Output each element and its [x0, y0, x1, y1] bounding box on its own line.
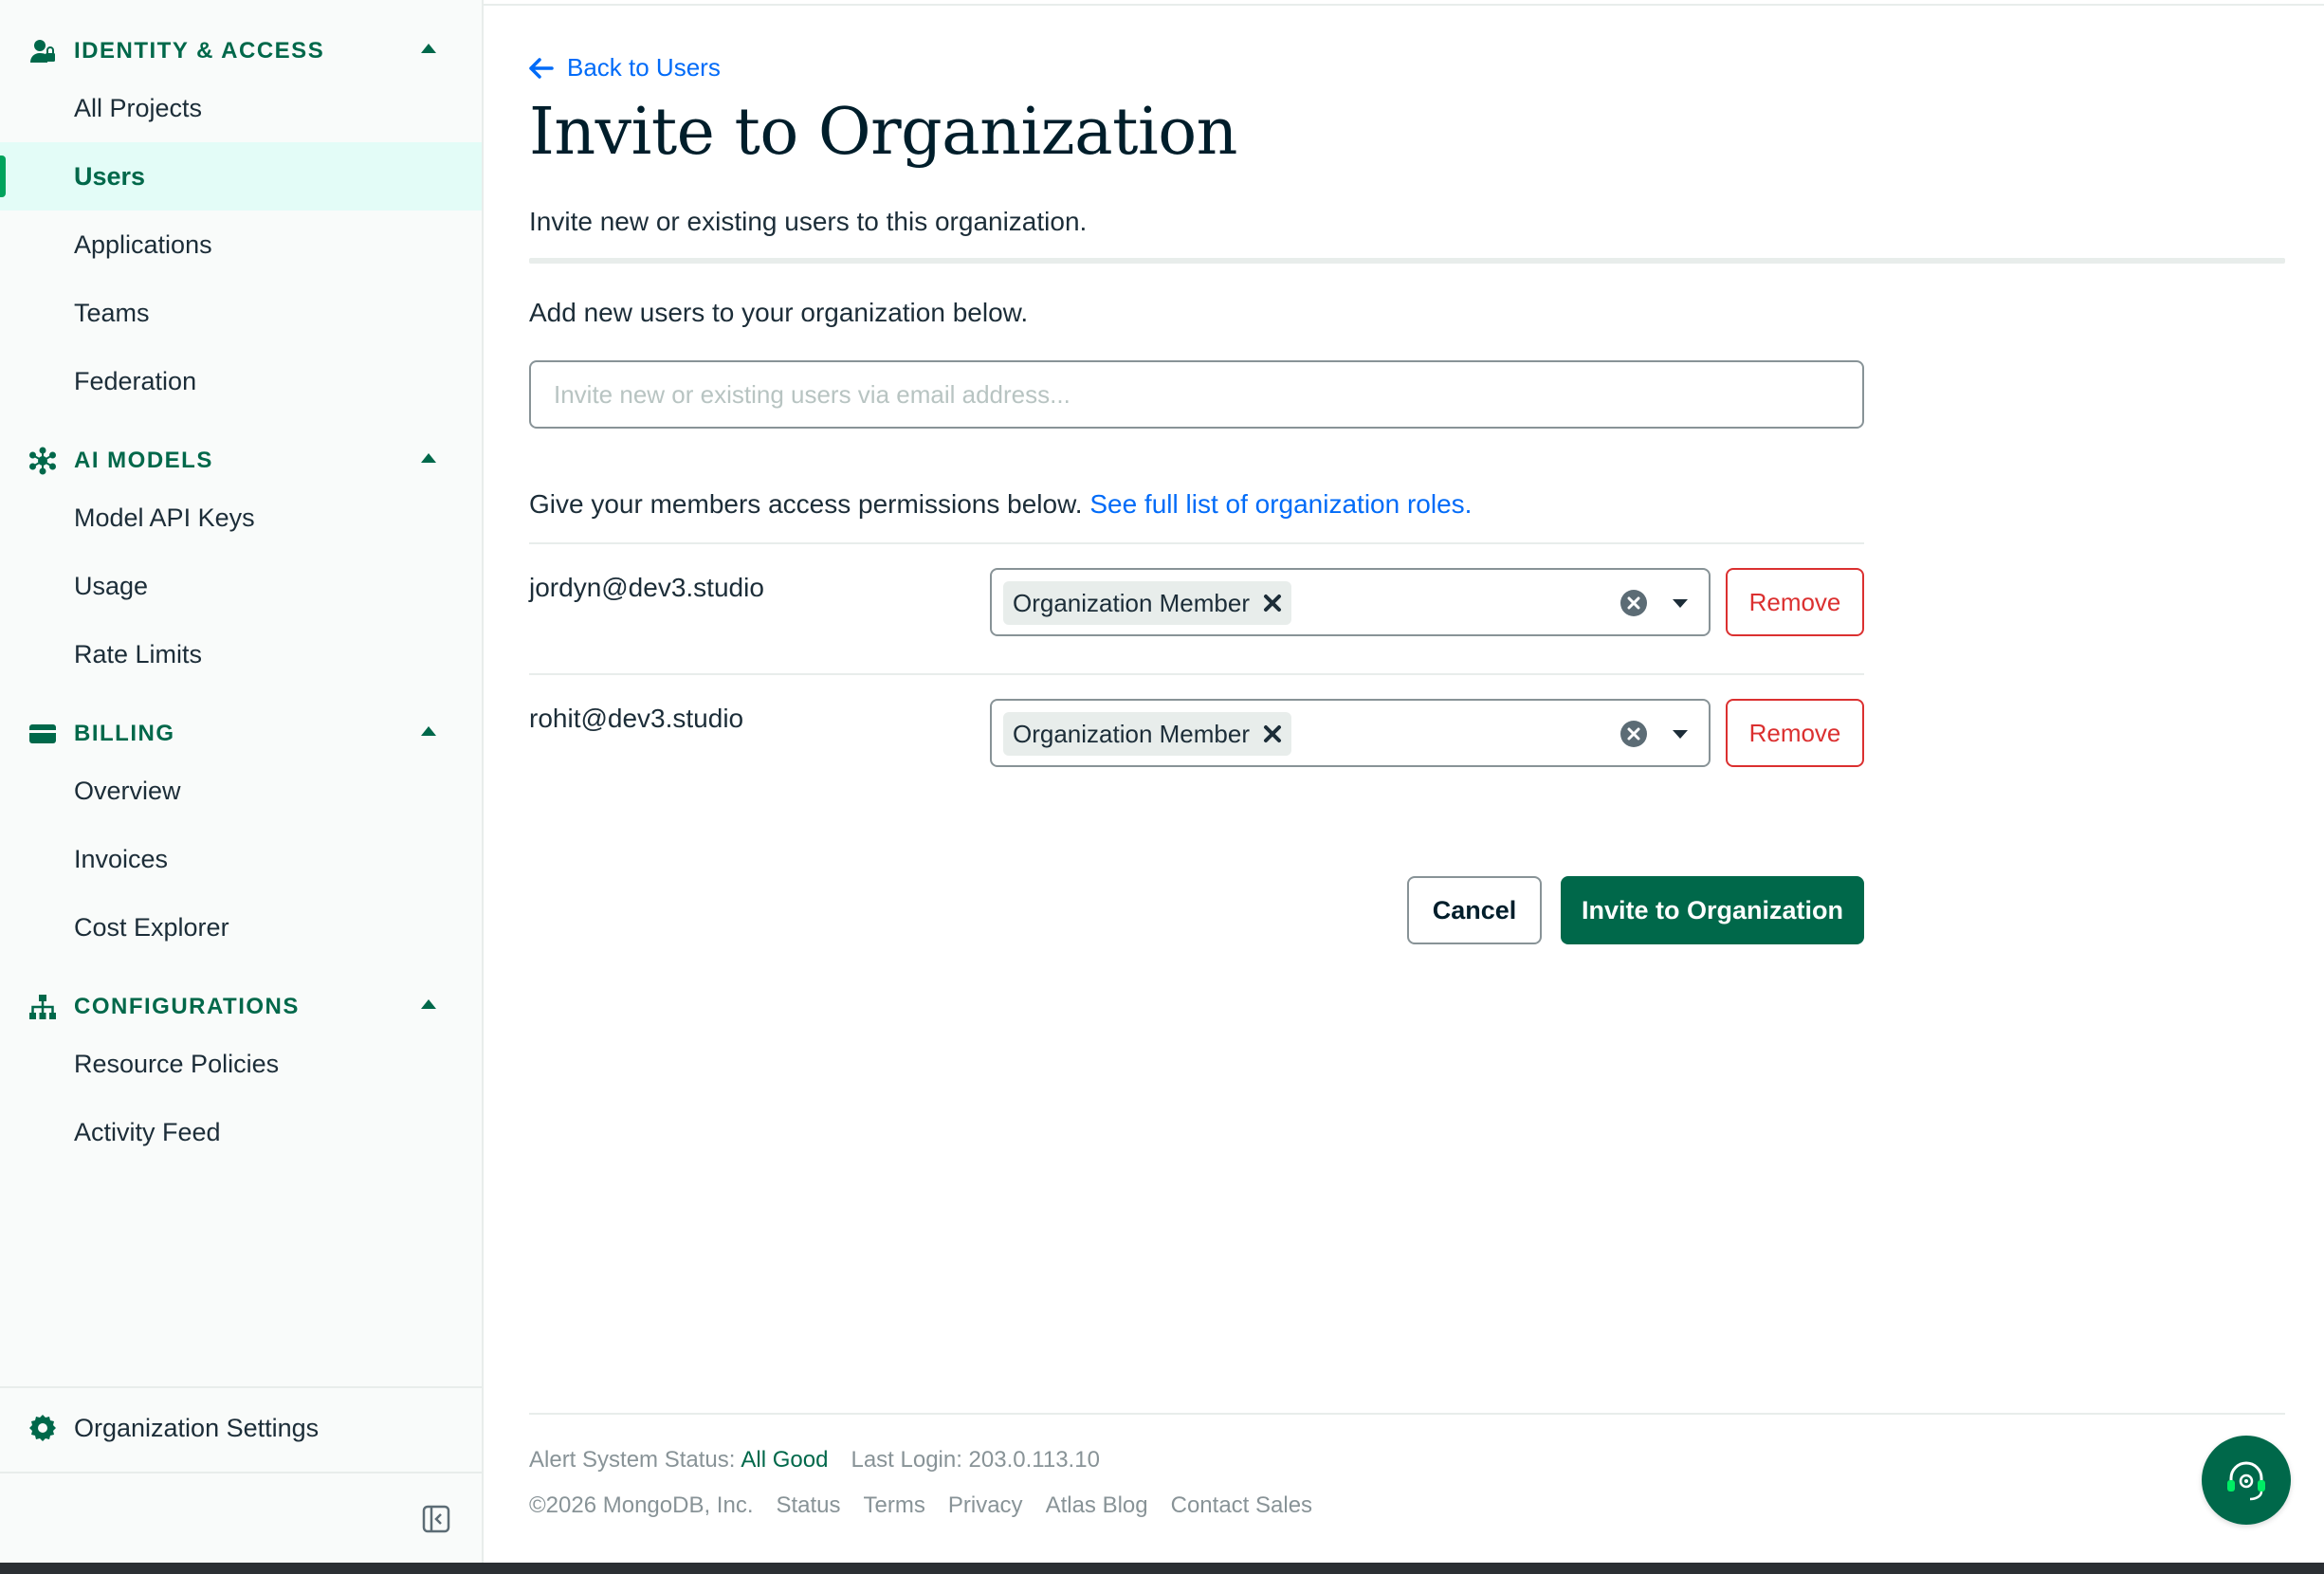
sidebar-divider: [0, 1472, 482, 1473]
title-divider: [529, 258, 2285, 264]
section-label: CONFIGURATIONS: [74, 994, 300, 1019]
status-value-link[interactable]: All Good: [741, 1447, 828, 1473]
last-login: Last Login: 203.0.113.10: [851, 1447, 1100, 1473]
section-label: BILLING: [74, 721, 175, 746]
remove-member-button[interactable]: Remove: [1726, 699, 1864, 767]
page-title: Invite to Organization: [529, 95, 1237, 170]
footer-status: Alert System Status: All Good Last Login…: [529, 1447, 1100, 1473]
section-ai-models[interactable]: AI MODELS: [27, 442, 455, 480]
remove-role-icon[interactable]: [1263, 724, 1282, 743]
permissions-text: Give your members access permissions bel…: [529, 489, 1083, 519]
section-identity-access[interactable]: IDENTITY & ACCESS: [27, 32, 455, 70]
member-email: jordyn@dev3.studio: [529, 573, 764, 602]
clear-selection-icon[interactable]: [1619, 589, 1648, 617]
ai-model-icon: [27, 445, 59, 477]
organization-settings-label: Organization Settings: [74, 1413, 320, 1442]
section-label: IDENTITY & ACCESS: [74, 38, 325, 64]
window-bottom-edge: [0, 1563, 2324, 1574]
back-link-label: Back to Users: [567, 53, 721, 82]
sidebar-item-all-projects[interactable]: All Projects: [0, 74, 482, 142]
sidebar-item-overview[interactable]: Overview: [0, 757, 482, 825]
sidebar-item-teams[interactable]: Teams: [0, 279, 482, 347]
member-email: rohit@dev3.studio: [529, 704, 744, 733]
invite-to-organization-button[interactable]: Invite to Organization: [1561, 876, 1864, 944]
headset-icon: [2222, 1455, 2271, 1505]
role-select[interactable]: Organization Member: [990, 699, 1711, 767]
organization-settings-link[interactable]: Organization Settings: [27, 1409, 319, 1447]
footer-links: ©2026 MongoDB, Inc. Status Terms Privacy…: [529, 1492, 1312, 1519]
back-to-users-link[interactable]: Back to Users: [529, 53, 721, 82]
arrow-left-icon: [529, 57, 554, 79]
support-chat-button[interactable]: [2202, 1436, 2291, 1525]
collapse-sidebar-icon: [422, 1505, 450, 1533]
organization-roles-link[interactable]: See full list of organization roles.: [1089, 489, 1472, 519]
section-billing[interactable]: BILLING: [27, 715, 455, 753]
sidebar-item-invoices[interactable]: Invoices: [0, 825, 482, 893]
role-chip-label: Organization Member: [1013, 719, 1250, 748]
sidebar-item-rate-limits[interactable]: Rate Limits: [0, 620, 482, 688]
sidebar-item-federation[interactable]: Federation: [0, 347, 482, 415]
person-lock-icon: [27, 35, 59, 67]
section-configurations[interactable]: CONFIGURATIONS: [27, 988, 455, 1026]
chevron-down-icon[interactable]: [1673, 730, 1688, 739]
row-divider: [529, 673, 1864, 675]
sidebar-divider: [0, 1386, 482, 1388]
copyright: ©2026 MongoDB, Inc.: [529, 1492, 754, 1518]
credit-card-icon: [27, 718, 59, 750]
sidebar-item-cost-explorer[interactable]: Cost Explorer: [0, 893, 482, 961]
sidebar-item-model-api-keys[interactable]: Model API Keys: [0, 484, 482, 552]
gear-icon: [27, 1412, 59, 1444]
footer-link-terms[interactable]: Terms: [864, 1492, 925, 1519]
footer-link-status[interactable]: Status: [776, 1492, 840, 1519]
footer-link-contact-sales[interactable]: Contact Sales: [1171, 1492, 1312, 1519]
section-label: AI MODELS: [74, 448, 213, 473]
sidebar-item-resource-policies[interactable]: Resource Policies: [0, 1030, 482, 1098]
sidebar: IDENTITY & ACCESS All Projects Users App…: [0, 0, 484, 1563]
remove-role-icon[interactable]: [1263, 594, 1282, 613]
row-divider: [529, 542, 1864, 544]
collapse-sidebar-button[interactable]: [421, 1504, 451, 1534]
footer-divider: [529, 1413, 2285, 1415]
role-chip-label: Organization Member: [1013, 588, 1250, 617]
sidebar-item-users[interactable]: Users: [0, 142, 482, 210]
permissions-instructions: Give your members access permissions bel…: [529, 489, 1472, 520]
caret-up-icon: [421, 44, 436, 53]
top-divider: [484, 0, 2324, 6]
footer-link-privacy[interactable]: Privacy: [948, 1492, 1023, 1519]
sidebar-item-activity-feed[interactable]: Activity Feed: [0, 1098, 482, 1166]
page-subtitle: Invite new or existing users to this org…: [529, 207, 1088, 236]
sidebar-item-applications[interactable]: Applications: [0, 210, 482, 279]
email-invite-input[interactable]: [529, 360, 1864, 429]
role-select[interactable]: Organization Member: [990, 568, 1711, 636]
chevron-down-icon[interactable]: [1673, 599, 1688, 608]
caret-up-icon: [421, 453, 436, 463]
caret-up-icon: [421, 999, 436, 1009]
remove-member-button[interactable]: Remove: [1726, 568, 1864, 636]
role-chip: Organization Member: [1003, 712, 1291, 756]
role-chip: Organization Member: [1003, 581, 1291, 625]
footer-link-atlas-blog[interactable]: Atlas Blog: [1046, 1492, 1148, 1519]
cancel-button[interactable]: Cancel: [1407, 876, 1542, 944]
caret-up-icon: [421, 726, 436, 736]
status-label: Alert System Status:: [529, 1447, 736, 1473]
add-users-instructions: Add new users to your organization below…: [529, 298, 1029, 327]
hierarchy-icon: [27, 991, 59, 1023]
clear-selection-icon[interactable]: [1619, 720, 1648, 748]
sidebar-item-usage[interactable]: Usage: [0, 552, 482, 620]
